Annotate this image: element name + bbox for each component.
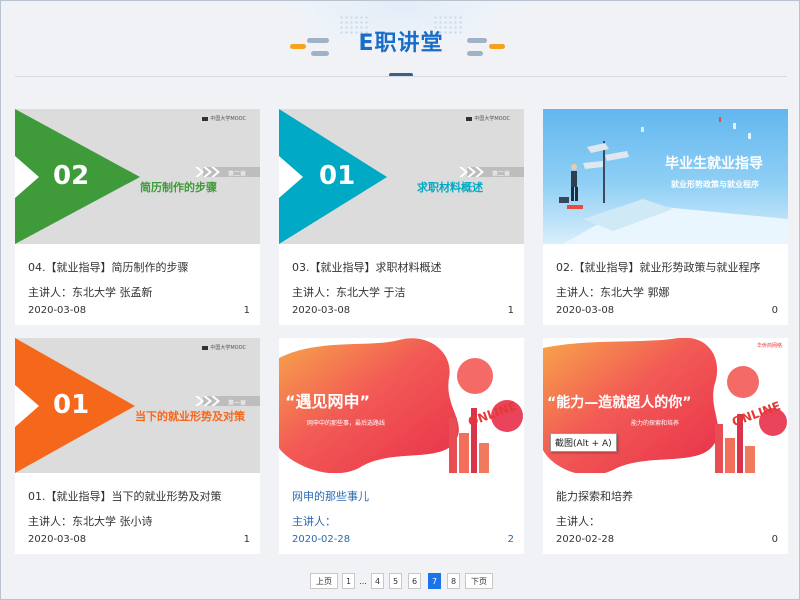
course-thumbnail[interactable]: 华侨商网络 “能力—造就超人的你” 能力的探索和培养 ONLINE (543, 338, 788, 473)
card-title[interactable]: 04.【就业指导】简历制作的步骤 (28, 259, 253, 275)
card-date: 2020-02-28 (556, 534, 615, 545)
pagination: 上页 1 ... 4 5 6 7 8 下页 (1, 573, 799, 589)
mooc-logo-icon (202, 345, 209, 350)
course-card[interactable]: “遇见网申” 网申中的那些事，最后选路线 ONLINE 网申的那些事儿 主讲人：… (279, 338, 524, 554)
card-view-count: 2 (507, 534, 514, 545)
card-speaker: 主讲人：东北大学 张孟新 (28, 286, 153, 299)
section-header: E职讲堂 (1, 1, 799, 81)
page-button-1[interactable]: 1 (342, 573, 355, 589)
card-title[interactable]: 01.【就业指导】当下的就业形势及对策 (28, 488, 253, 504)
mooc-logo-text: 中国大学MOOC (210, 345, 246, 351)
thumbnail-number: 02 (53, 161, 90, 191)
course-card[interactable]: 中国大学MOOC 01 求职材料概述 第二章 03.【就业指导】求职材料概述 主… (279, 109, 524, 325)
page-button-8[interactable]: 8 (447, 573, 460, 589)
thumbnail-subtitle: 求职材料概述 (417, 181, 483, 194)
card-speaker: 主讲人： (292, 515, 336, 528)
card-view-count: 1 (243, 305, 250, 316)
course-thumbnail[interactable]: “遇见网申” 网申中的那些事，最后选路线 ONLINE (279, 338, 524, 473)
page-button-7-current[interactable]: 7 (428, 573, 441, 589)
mooc-logo: 中国大学MOOC (202, 344, 246, 351)
thumbnail-subtitle: 简历制作的步骤 (140, 181, 217, 194)
card-title[interactable]: 02.【就业指导】就业形势政策与就业程序 (556, 259, 781, 275)
course-card[interactable]: 中国大学MOOC 02 简历制作的步骤 第二章 04.【就业指导】简历制作的步骤… (15, 109, 260, 325)
thumbnail-chapter: 第二章 (227, 171, 246, 178)
thumbnail-caption: 网申中的那些事，最后选路线 (307, 420, 386, 427)
card-date: 2020-03-08 (556, 305, 615, 316)
thumbnail-number: 01 (53, 390, 90, 420)
thumbnail-chapter: 第一章 (227, 400, 246, 407)
course-thumbnail[interactable]: 中国大学MOOC 02 简历制作的步骤 第二章 (15, 109, 260, 244)
card-view-count: 0 (771, 305, 778, 316)
chevrons-decoration (195, 167, 220, 177)
card-view-count: 0 (771, 534, 778, 545)
thumbnail-subheading: 就业形势政策与就业程序 (671, 180, 759, 189)
thumbnail-subtitle: 当下的就业形势及对策 (135, 410, 245, 423)
card-date: 2020-03-08 (292, 305, 351, 316)
card-title[interactable]: 网申的那些事儿 (292, 488, 517, 504)
chevrons-decoration (459, 167, 484, 177)
page-button-5[interactable]: 5 (389, 573, 402, 589)
page-button-6[interactable]: 6 (408, 573, 421, 589)
mooc-logo: 中国大学MOOC (466, 115, 510, 122)
mooc-logo-icon (202, 116, 209, 121)
course-thumbnail[interactable]: 毕业生就业指导 就业形势政策与就业程序 (543, 109, 788, 244)
prev-page-button[interactable]: 上页 (310, 573, 338, 589)
page-title: E职讲堂 (358, 31, 444, 56)
course-thumbnail[interactable]: 中国大学MOOC 01 求职材料概述 第二章 (279, 109, 524, 244)
card-speaker: 主讲人：东北大学 于洁 (292, 286, 406, 299)
card-date: 2020-03-08 (28, 305, 87, 316)
thumbnail-heading: 毕业生就业指导 (665, 156, 763, 172)
mooc-logo-text: 中国大学MOOC (210, 116, 246, 122)
signpost-illustration (559, 117, 788, 244)
course-thumbnail[interactable]: 中国大学MOOC 01 当下的就业形势及对策 第一章 (15, 338, 260, 473)
card-view-count: 1 (507, 305, 514, 316)
card-title[interactable]: 能力探索和培养 (556, 488, 781, 504)
card-speaker: 主讲人：东北大学 张小诗 (28, 515, 153, 528)
mooc-logo-text: 中国大学MOOC (474, 116, 510, 122)
header-divider (15, 76, 787, 77)
course-card[interactable]: 毕业生就业指导 就业形势政策与就业程序 02.【就业指导】就业形势政策与就业程序… (543, 109, 788, 325)
card-speaker: 主讲人：东北大学 郭娜 (556, 286, 670, 299)
thumbnail-caption: 能力的探索和培养 (631, 420, 680, 427)
pagination-ellipsis: ... (359, 576, 367, 586)
thumbnail-quote: “能力—造就超人的你” (547, 395, 692, 411)
card-date: 2020-03-08 (28, 534, 87, 545)
page: E职讲堂 中国大学MOOC 02 简历制作的步骤 第二章 04.【就业指导】简历… (0, 0, 800, 600)
mooc-logo-icon (466, 116, 473, 121)
screenshot-tooltip: 截图(Alt + A) (550, 433, 617, 452)
card-title[interactable]: 03.【就业指导】求职材料概述 (292, 259, 517, 275)
page-button-4[interactable]: 4 (371, 573, 384, 589)
next-page-button[interactable]: 下页 (465, 573, 493, 589)
thumbnail-number: 01 (319, 161, 356, 191)
mooc-logo: 中国大学MOOC (202, 115, 246, 122)
chevrons-decoration (195, 396, 220, 406)
thumbnail-quote: “遇见网申” (285, 392, 371, 411)
thumbnail-chapter: 第二章 (491, 171, 510, 178)
card-speaker: 主讲人： (556, 515, 600, 528)
card-view-count: 1 (243, 534, 250, 545)
thumbnail-brand: 华侨商网络 (756, 343, 782, 349)
course-card[interactable]: 中国大学MOOC 01 当下的就业形势及对策 第一章 01.【就业指导】当下的就… (15, 338, 260, 554)
card-date: 2020-02-28 (292, 534, 351, 545)
